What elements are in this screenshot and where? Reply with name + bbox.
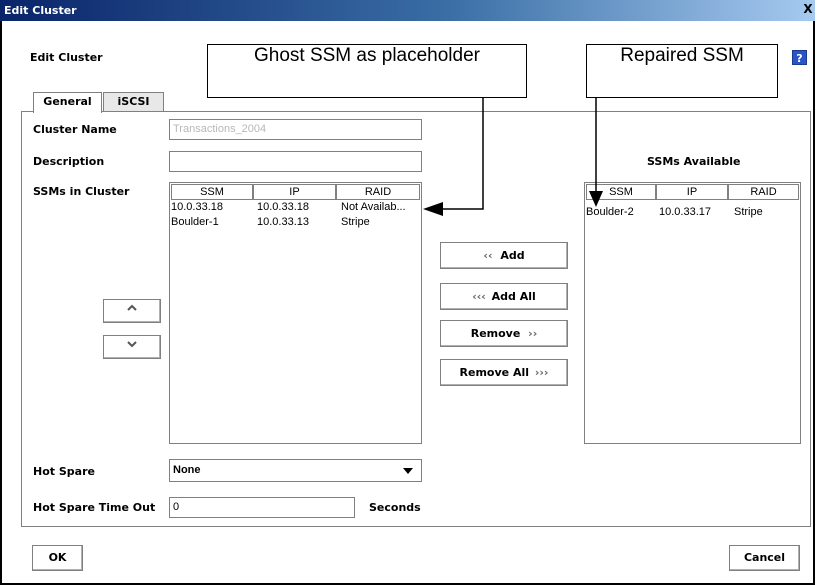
- ghost-callout-arrowhead: [423, 202, 443, 216]
- callout-arrows: [423, 98, 603, 216]
- tab-general[interactable]: General: [33, 92, 102, 113]
- ghost-callout-arrow-line: [440, 98, 484, 210]
- repaired-callout-arrowhead: [589, 191, 603, 207]
